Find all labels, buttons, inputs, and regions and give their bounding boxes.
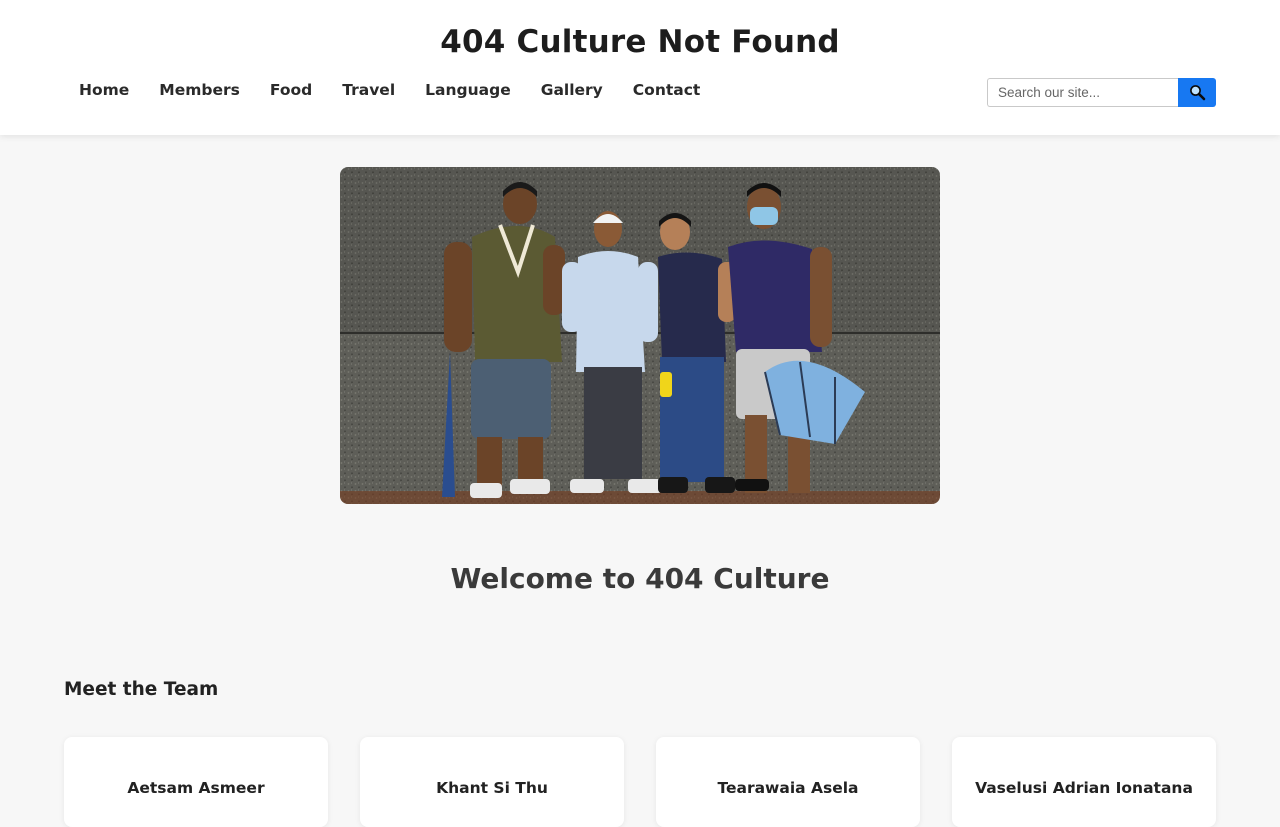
team-card[interactable]: Tearawaia Asela	[656, 737, 920, 827]
nav-home[interactable]: Home	[64, 80, 144, 100]
nav-contact[interactable]: Contact	[618, 80, 716, 100]
nav-language[interactable]: Language	[410, 80, 526, 100]
welcome-heading: Welcome to 404 Culture	[450, 562, 830, 595]
member-name: Vaselusi Adrian Ionatana	[975, 779, 1193, 797]
site-title: 404 Culture Not Found	[440, 24, 840, 60]
search-input[interactable]	[987, 78, 1178, 107]
hero-photo	[340, 167, 940, 504]
search-form	[987, 78, 1216, 107]
team-heading: Meet the Team	[64, 679, 219, 700]
member-name: Aetsam Asmeer	[127, 779, 265, 797]
nav-gallery[interactable]: Gallery	[526, 80, 618, 100]
magnifier-icon	[1189, 85, 1205, 101]
member-name: Khant Si Thu	[436, 779, 548, 797]
search-button[interactable]	[1178, 78, 1216, 107]
team-card[interactable]: Khant Si Thu	[360, 737, 624, 827]
nav-food[interactable]: Food	[255, 80, 327, 100]
site-header: 404 Culture Not Found Home Members Food …	[0, 0, 1280, 135]
nav-members[interactable]: Members	[144, 80, 255, 100]
nav-travel[interactable]: Travel	[327, 80, 410, 100]
team-card[interactable]: Aetsam Asmeer	[64, 737, 328, 827]
main-nav: Home Members Food Travel Language Galler…	[64, 80, 715, 100]
team-card[interactable]: Vaselusi Adrian Ionatana	[952, 737, 1216, 827]
member-name: Tearawaia Asela	[717, 779, 859, 797]
